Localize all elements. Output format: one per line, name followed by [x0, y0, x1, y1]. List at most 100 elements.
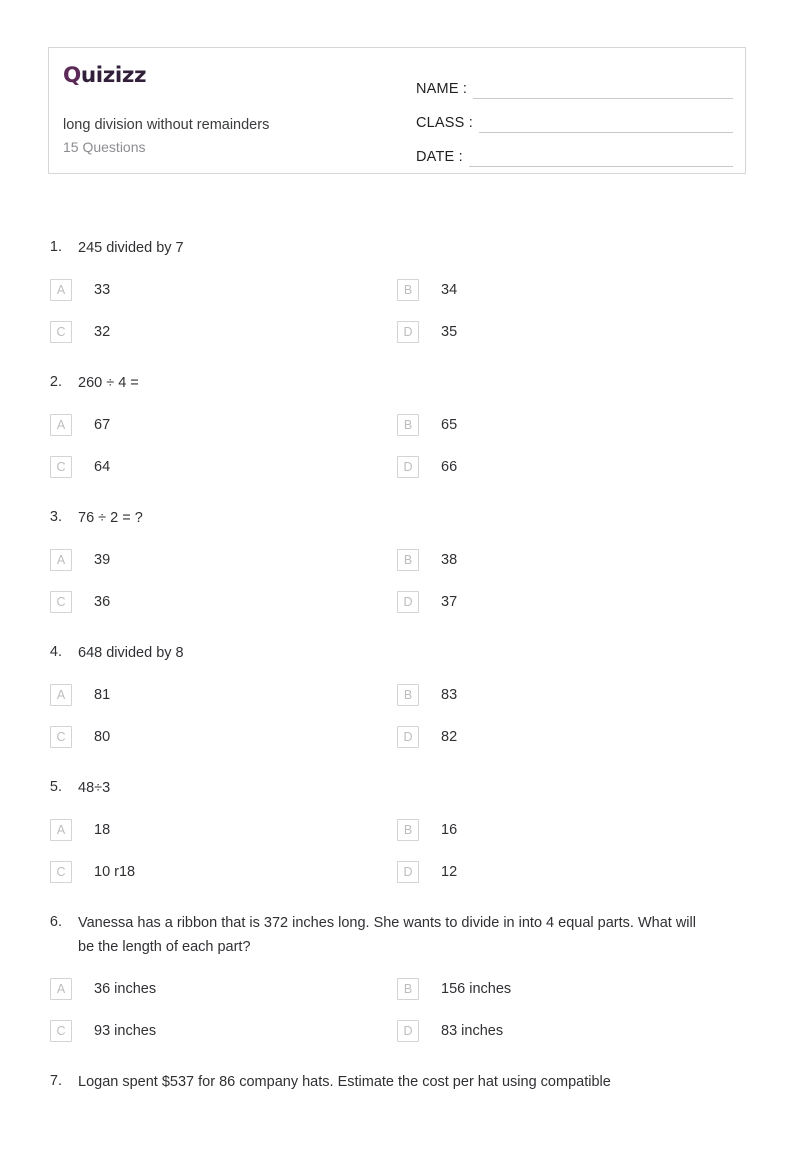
- option-row: A 39 B 38: [48, 539, 746, 581]
- option-c[interactable]: C 10 r18: [48, 851, 397, 893]
- date-field-input-line[interactable]: [468, 165, 733, 167]
- question-text: Vanessa has a ribbon that is 372 inches …: [78, 915, 696, 955]
- quizizz-logo: Quizizz: [63, 65, 146, 87]
- worksheet-title: long division without remainders: [63, 116, 270, 133]
- option-row: A 36 inches B 156 inches: [48, 968, 746, 1010]
- option-c[interactable]: C 64: [48, 446, 397, 488]
- option-row: A 33 B 34: [48, 269, 746, 311]
- option-letter-badge: B: [397, 819, 419, 841]
- option-a[interactable]: A 81: [48, 674, 397, 716]
- option-c[interactable]: C 36: [48, 581, 397, 623]
- question-heading: 6. Vanessa has a ribbon that is 372 inch…: [48, 911, 746, 959]
- question-text: 76 ÷ 2 = ?: [78, 510, 143, 526]
- option-a[interactable]: A 36 inches: [48, 968, 397, 1010]
- question-block: 4. 648 divided by 8 A 81 B 83 C 80 D 82: [48, 641, 746, 758]
- option-b[interactable]: B 156 inches: [397, 968, 746, 1010]
- option-c[interactable]: C 32: [48, 311, 397, 353]
- option-b[interactable]: B 83: [397, 674, 746, 716]
- answer-options: A 36 inches B 156 inches C 93 inches D 8…: [48, 968, 746, 1052]
- option-text: 35: [441, 324, 458, 340]
- option-text: 36 inches: [94, 981, 157, 997]
- option-b[interactable]: B 65: [397, 404, 746, 446]
- answer-options: A 81 B 83 C 80 D 82: [48, 674, 746, 758]
- worksheet-header: Quizizz long division without remainders…: [48, 47, 746, 174]
- question-heading: 3. 76 ÷ 2 = ?: [48, 506, 746, 530]
- option-text: 33: [94, 282, 111, 298]
- option-b[interactable]: B 34: [397, 269, 746, 311]
- answer-options: A 67 B 65 C 64 D 66: [48, 404, 746, 488]
- option-text: 12: [441, 864, 458, 880]
- option-row: C 93 inches D 83 inches: [48, 1010, 746, 1052]
- option-d[interactable]: D 35: [397, 311, 746, 353]
- question-number: 1.: [49, 239, 62, 255]
- question-block: 3. 76 ÷ 2 = ? A 39 B 38 C 36 D 37: [48, 506, 746, 623]
- option-text: 32: [94, 324, 111, 340]
- option-letter-badge: B: [397, 684, 419, 706]
- option-b[interactable]: B 16: [397, 809, 746, 851]
- question-block: 2. 260 ÷ 4 = A 67 B 65 C 64 D 66: [48, 371, 746, 488]
- option-text: 34: [441, 282, 458, 298]
- answer-options: A 18 B 16 C 10 r18 D 12: [48, 809, 746, 893]
- option-b[interactable]: B 38: [397, 539, 746, 581]
- option-d[interactable]: D 37: [397, 581, 746, 623]
- option-text: 93 inches: [94, 1023, 157, 1039]
- option-row: A 81 B 83: [48, 674, 746, 716]
- logo-rest-letters: uizizz: [80, 63, 147, 88]
- option-letter-badge: C: [50, 861, 72, 883]
- option-letter-badge: A: [50, 549, 72, 571]
- option-row: C 80 D 82: [48, 716, 746, 758]
- option-text: 83: [441, 687, 458, 703]
- option-text: 36: [94, 594, 111, 610]
- option-text: 80: [94, 729, 111, 745]
- option-d[interactable]: D 83 inches: [397, 1010, 746, 1052]
- question-text: 260 ÷ 4 =: [78, 375, 139, 391]
- option-row: C 32 D 35: [48, 311, 746, 353]
- question-heading: 4. 648 divided by 8: [48, 641, 746, 665]
- question-heading: 1. 245 divided by 7: [48, 236, 746, 260]
- option-letter-badge: A: [50, 414, 72, 436]
- worksheet-page: Quizizz long division without remainders…: [0, 47, 794, 1170]
- header-left-panel: Quizizz long division without remainders…: [49, 48, 404, 173]
- option-letter-badge: D: [397, 726, 419, 748]
- option-a[interactable]: A 33: [48, 269, 397, 311]
- question-number: 5.: [49, 779, 62, 795]
- option-letter-badge: A: [50, 279, 72, 301]
- option-letter-badge: B: [397, 279, 419, 301]
- question-text: Logan spent $537 for 86 company hats. Es…: [78, 1074, 611, 1090]
- option-row: C 36 D 37: [48, 581, 746, 623]
- option-letter-badge: D: [397, 591, 419, 613]
- option-a[interactable]: A 39: [48, 539, 397, 581]
- question-number: 7.: [49, 1073, 62, 1089]
- option-text: 10 r18: [94, 864, 136, 880]
- answer-options: A 33 B 34 C 32 D 35: [48, 269, 746, 353]
- option-letter-badge: D: [397, 456, 419, 478]
- class-field-label: CLASS :: [416, 115, 474, 131]
- question-block: 7. Logan spent $537 for 86 company hats.…: [48, 1070, 746, 1094]
- questions-list: 1. 245 divided by 7 A 33 B 34 C 32 D 35 …: [48, 236, 746, 1112]
- option-c[interactable]: C 80: [48, 716, 397, 758]
- logo-q-letter: Q: [63, 63, 81, 88]
- option-a[interactable]: A 18: [48, 809, 397, 851]
- option-a[interactable]: A 67: [48, 404, 397, 446]
- option-letter-badge: C: [50, 591, 72, 613]
- question-block: 1. 245 divided by 7 A 33 B 34 C 32 D 35: [48, 236, 746, 353]
- option-c[interactable]: C 93 inches: [48, 1010, 397, 1052]
- option-text: 18: [94, 822, 111, 838]
- question-block: 6. Vanessa has a ribbon that is 372 inch…: [48, 911, 746, 1052]
- question-heading: 5. 48÷3: [48, 776, 746, 800]
- date-field-row: DATE :: [416, 133, 733, 167]
- class-field-row: CLASS :: [416, 99, 733, 133]
- option-letter-badge: C: [50, 726, 72, 748]
- name-field-label: NAME :: [416, 81, 468, 97]
- option-d[interactable]: D 66: [397, 446, 746, 488]
- option-letter-badge: C: [50, 456, 72, 478]
- option-text: 82: [441, 729, 458, 745]
- option-text: 66: [441, 459, 458, 475]
- option-d[interactable]: D 12: [397, 851, 746, 893]
- option-letter-badge: B: [397, 978, 419, 1000]
- answer-options: A 39 B 38 C 36 D 37: [48, 539, 746, 623]
- question-number: 4.: [49, 644, 62, 660]
- question-number: 2.: [49, 374, 62, 390]
- option-d[interactable]: D 82: [397, 716, 746, 758]
- student-info-fields: NAME : CLASS : DATE :: [404, 48, 745, 173]
